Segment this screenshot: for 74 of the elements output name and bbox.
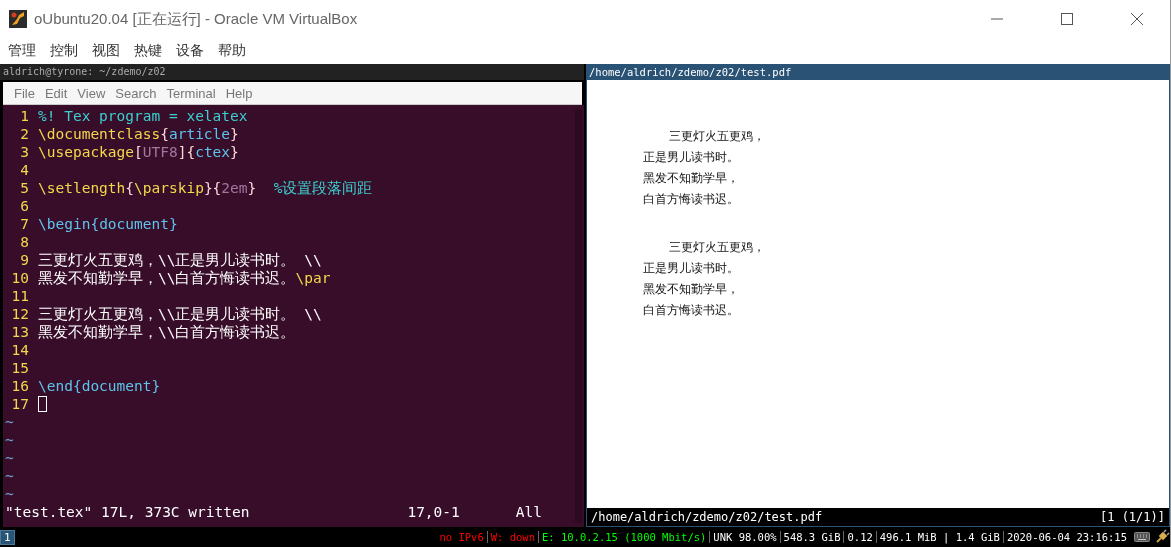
app-icon (8, 9, 28, 29)
page-indicator: [1 (1/1)] (1099, 509, 1165, 526)
status-item: W: down (486, 531, 538, 543)
line-number: 3 (19, 143, 29, 161)
code-line: 三更灯火五更鸡，\\正是男儿读书时。 \\ (38, 251, 322, 269)
window-title: oUbuntu20.04 [正在运行] - Oracle VM VirtualBox (34, 9, 358, 29)
status-item: 0.12 (843, 531, 876, 543)
menu-item[interactable]: Help (222, 85, 260, 101)
line-number: 13 (10, 323, 29, 341)
menu-item[interactable]: 视图 (92, 42, 120, 60)
status-item: 2020-06-04 23:16:15 (1002, 531, 1130, 543)
menu-item[interactable]: 热键 (134, 42, 162, 60)
line-number: 5 (19, 179, 29, 197)
line-number: 14 (10, 341, 29, 359)
menu-item[interactable]: File (11, 85, 42, 101)
viewer-title: /home/aldrich/zdemo/z02/test.pdf (587, 64, 1169, 80)
line-number: 15 (10, 359, 29, 377)
code-line: \begin{document} (38, 215, 178, 233)
terminal-title: aldrich@tyrone: ~/zdemo/z02 (0, 64, 584, 80)
poem-line: 正是男儿读书时。 (643, 260, 740, 277)
scroll-position: All (515, 503, 542, 521)
line-number: 6 (19, 197, 29, 215)
poem-line: 黑发不知勤学早， (643, 170, 740, 187)
poem-line: 白首方悔读书迟。 (643, 302, 740, 319)
poem-line: 黑发不知勤学早， (643, 281, 740, 298)
code-line: \documentclass{article} (38, 125, 239, 143)
line-number: 7 (19, 215, 29, 233)
cursor-position: 17,0-1 (407, 503, 460, 521)
menu-item[interactable]: 设备 (176, 42, 204, 60)
file-path: /home/aldrich/zdemo/z02/test.pdf (591, 509, 823, 526)
code-line: 黑发不知勤学早，\\白首方悔读书迟。 (38, 323, 296, 341)
menu-item[interactable]: Search (112, 85, 164, 101)
line-number: 1 (19, 107, 29, 125)
line-number: 12 (10, 305, 29, 323)
empty-line-marker: ~ (4, 431, 14, 449)
status-item: no IPv6 (438, 531, 485, 543)
empty-line-marker: ~ (4, 467, 14, 485)
menu-item[interactable]: View (74, 85, 113, 101)
code-line: 三更灯火五更鸡，\\正是男儿读书时。 \\ (38, 305, 322, 323)
workspace-button[interactable]: 1 (0, 529, 15, 545)
status-item: 496.1 MiB | 1.4 GiB (875, 531, 1003, 543)
poem-line: 三更灯火五更鸡， (668, 239, 766, 256)
menu-item[interactable]: 控制 (50, 42, 78, 60)
status-item: E: 10.0.2.15 (1000 Mbit/s) (538, 531, 710, 543)
line-number: 9 (19, 251, 29, 269)
status-message: "test.tex" 17L, 373C written (5, 503, 250, 521)
code-line: \usepackage[UTF8]{ctex} (38, 143, 239, 161)
poem-line: 白首方悔读书迟。 (643, 191, 740, 208)
code-line: \setlength{\parskip}{2em} %设置段落间距 (38, 179, 373, 197)
line-number: 2 (19, 125, 29, 143)
menu-item[interactable]: 帮助 (218, 42, 246, 60)
menu-item[interactable]: 管理 (8, 42, 36, 60)
poem-line: 三更灯火五更鸡， (668, 128, 766, 145)
plug-icon[interactable] (1154, 529, 1170, 545)
code-line: %! Tex program = xelatex (38, 107, 248, 125)
code-line: 黑发不知勤学早，\\白首方悔读书迟。\par (38, 269, 331, 287)
line-number: 11 (10, 287, 29, 305)
status-item: 548.3 GiB (779, 531, 844, 543)
maximize-icon[interactable] (1060, 12, 1074, 26)
status-item: UNK 98.00% (709, 531, 780, 543)
line-number: 16 (10, 377, 29, 395)
menu-item[interactable]: Terminal (163, 85, 223, 101)
line-number: 10 (10, 269, 29, 287)
line-number: 17 (10, 395, 29, 413)
keyboard-icon[interactable] (1134, 531, 1150, 543)
empty-line-marker: ~ (4, 485, 14, 503)
menu-item[interactable]: Edit (41, 85, 75, 101)
poem-line: 正是男儿读书时。 (643, 149, 740, 166)
empty-line-marker: ~ (4, 449, 14, 467)
code-line: \end{document} (38, 377, 161, 395)
empty-line-marker: ~ (4, 413, 14, 431)
close-icon[interactable] (1130, 12, 1144, 26)
line-number: 8 (19, 233, 29, 251)
line-number: 4 (19, 161, 29, 179)
